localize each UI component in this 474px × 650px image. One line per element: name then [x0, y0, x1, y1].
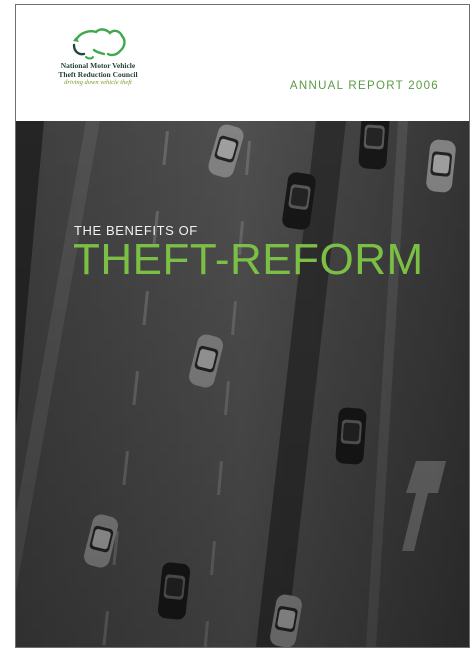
traffic-illustration	[16, 121, 469, 647]
organization-logo: National Motor Vehicle Theft Reduction C…	[38, 27, 158, 97]
australia-outline-icon	[72, 28, 126, 60]
cover-title: THEFT-REFORM	[73, 235, 424, 284]
cover-header: National Motor Vehicle Theft Reduction C…	[16, 5, 469, 121]
report-cover-page: National Motor Vehicle Theft Reduction C…	[15, 4, 470, 648]
organization-name-line1: National Motor Vehicle	[60, 61, 136, 70]
organization-name-line2: Theft Reduction Council	[58, 70, 138, 79]
annual-report-title: ANNUAL REPORT 2006	[289, 80, 439, 92]
organization-tagline: driving down vehicle theft	[64, 79, 132, 86]
aerial-traffic-photo	[16, 121, 469, 647]
